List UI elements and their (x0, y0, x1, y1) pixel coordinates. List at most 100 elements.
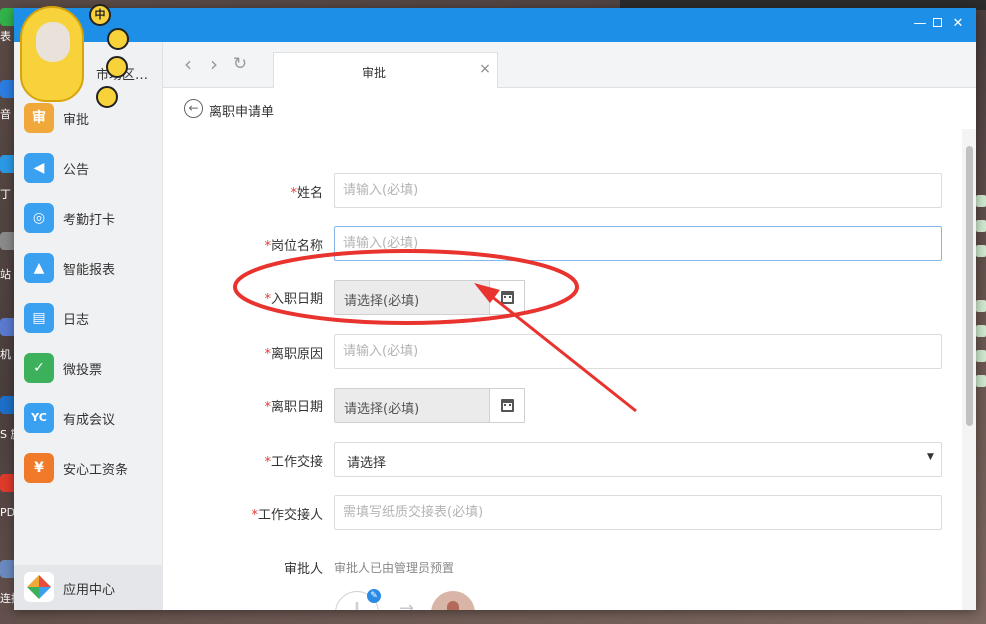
sidebar-item-label: 安心工资条 (63, 463, 129, 478)
handover-person-field[interactable] (334, 495, 942, 530)
desktop-strip-item[interactable] (976, 325, 986, 337)
sidebar-item-attendance[interactable]: ◎ 考勤打卡 (14, 198, 163, 238)
entry-date-picker[interactable]: 请选择(必填) (334, 280, 525, 315)
desktop-strip-item[interactable] (976, 195, 986, 207)
position-field[interactable] (334, 226, 942, 261)
minimize-button[interactable]: — (912, 16, 928, 32)
sidebar-item-label: 有成会议 (63, 413, 116, 428)
mascot-badge: 中 (89, 4, 111, 26)
tab-label: 审批 (361, 66, 386, 80)
tab-approval[interactable]: 审批 × (273, 52, 498, 88)
reason-label: *离职原因 (203, 343, 323, 362)
desktop-icon-label: PD (0, 506, 16, 519)
report-icon: ▲ (24, 253, 54, 283)
calendar-icon (501, 291, 514, 304)
sidebar-item-label: 审批 (63, 113, 90, 128)
log-icon: ▤ (24, 303, 54, 333)
entry-date-label: *入职日期 (203, 288, 323, 307)
approver-label: 审批人 (283, 562, 323, 577)
sidebar-item-label: 考勤打卡 (63, 213, 116, 228)
scrollbar-thumb[interactable] (966, 146, 973, 426)
sidebar-item-approval[interactable]: 审 审批 (14, 98, 163, 138)
reason-field[interactable] (334, 334, 942, 369)
sidebar-item-label: 微投票 (63, 363, 103, 378)
sidebar-item-announcement[interactable]: ◀ 公告 (14, 148, 163, 188)
desktop-strip-item[interactable] (976, 300, 986, 312)
mascot-badge (106, 56, 128, 78)
desktop-strip-item[interactable] (976, 220, 986, 232)
desktop-strip-item[interactable] (976, 375, 986, 387)
entry-date-label-text: 入职日期 (270, 292, 323, 307)
announcement-icon: ◀ (24, 153, 54, 183)
salary-icon: ¥ (24, 453, 54, 483)
form-content: ← 离职申请单 *姓名 *岗位名称 *入职日期 请选择(必填) *离职原因 *离… (163, 89, 976, 610)
sidebar-item-label: 智能报表 (63, 263, 116, 278)
tab-bar: ‹ › ↻ 审批 × (163, 42, 976, 88)
vote-icon: ✓ (24, 353, 54, 383)
location-icon: ◎ (24, 203, 54, 233)
app-center-icon (24, 572, 54, 602)
sidebar-item-meeting[interactable]: YC 有成会议 (14, 398, 163, 438)
maximize-icon (932, 18, 942, 27)
name-label-text: 姓名 (296, 186, 323, 201)
sidebar-item-label: 日志 (63, 313, 90, 328)
position-label-text: 岗位名称 (270, 239, 323, 254)
calendar-icon (501, 399, 514, 412)
page-title: 离职申请单 (209, 105, 275, 120)
leave-date-label: *离职日期 (203, 396, 323, 415)
baidu-watermark: Baidu经验 jingyan.baidu.com (752, 540, 952, 610)
reason-label-text: 离职原因 (270, 347, 323, 362)
back-nav-icon[interactable]: ‹ (177, 53, 199, 75)
approver-avatar[interactable] (431, 591, 475, 610)
mascot-face (36, 22, 70, 62)
forward-nav-icon[interactable]: › (203, 53, 225, 75)
desktop-icon-label: 丁 (0, 188, 11, 201)
entry-date-value: 请选择(必填) (344, 294, 420, 309)
handover-select-value: 请选择 (347, 456, 387, 471)
caret-down-icon: ▼ (927, 452, 934, 462)
sidebar-item-log[interactable]: ▤ 日志 (14, 298, 163, 338)
mascot-badge (107, 28, 129, 50)
edit-icon[interactable]: ✎ (367, 589, 381, 603)
leave-date-value: 请选择(必填) (344, 402, 420, 417)
title-bar[interactable]: — ✕ (14, 8, 976, 42)
sidebar-item-salary[interactable]: ¥ 安心工资条 (14, 448, 163, 488)
sidebar-item-report[interactable]: ▲ 智能报表 (14, 248, 163, 288)
handover-person-label: *工作交接人 (203, 504, 323, 523)
refresh-icon[interactable]: ↻ (229, 53, 251, 75)
leave-date-picker[interactable]: 请选择(必填) (334, 388, 525, 423)
leave-date-label-text: 离职日期 (270, 400, 323, 415)
close-window-button[interactable]: ✕ (950, 16, 966, 32)
app-window: — ✕ 市场区… 审 审批 ◀ 公告 ◎ 考勤打卡 ▲ 智能报表 ▤ 日志 ✓ … (14, 8, 976, 610)
maximize-button[interactable] (929, 16, 945, 32)
watermark-url: jingyan.baidu.com (772, 583, 883, 597)
tab-close-icon[interactable]: × (477, 61, 493, 77)
approval-icon: 审 (24, 103, 54, 133)
handover-label: *工作交接 (203, 451, 323, 470)
mascot-sticker (20, 6, 84, 102)
name-label: *姓名 (203, 182, 323, 201)
desktop-strip-item[interactable] (976, 245, 986, 257)
arrow-right-icon: → (399, 598, 415, 610)
watermark-logo: Baidu经验 (756, 548, 941, 588)
name-field[interactable] (334, 173, 942, 208)
desktop-icon-label: 音 (0, 108, 11, 121)
desktop-icon-label: 站 (0, 268, 11, 281)
position-label: *岗位名称 (203, 235, 323, 254)
page-header: ← 离职申请单 (163, 89, 976, 129)
sidebar-item-label: 应用中心 (63, 583, 116, 598)
mascot-badge (96, 86, 118, 108)
sidebar-item-app-center[interactable]: 应用中心 (14, 565, 163, 610)
approver-note: 审批人已由管理员预置 (334, 561, 455, 575)
desktop-icon-label: 表 (0, 30, 11, 43)
leave-date-calendar-button[interactable] (489, 388, 525, 423)
back-arrow-icon[interactable]: ← (184, 99, 203, 118)
desktop-strip-item[interactable] (976, 350, 986, 362)
entry-date-calendar-button[interactable] (489, 280, 525, 315)
handover-select[interactable]: 请选择 ▼ (334, 442, 942, 477)
desktop-icon-label: 机 (0, 348, 11, 361)
sidebar-item-label: 公告 (63, 163, 90, 178)
meeting-icon: YC (24, 403, 54, 433)
sidebar: 市场区… 审 审批 ◀ 公告 ◎ 考勤打卡 ▲ 智能报表 ▤ 日志 ✓ 微投票 … (14, 42, 163, 610)
sidebar-item-vote[interactable]: ✓ 微投票 (14, 348, 163, 388)
